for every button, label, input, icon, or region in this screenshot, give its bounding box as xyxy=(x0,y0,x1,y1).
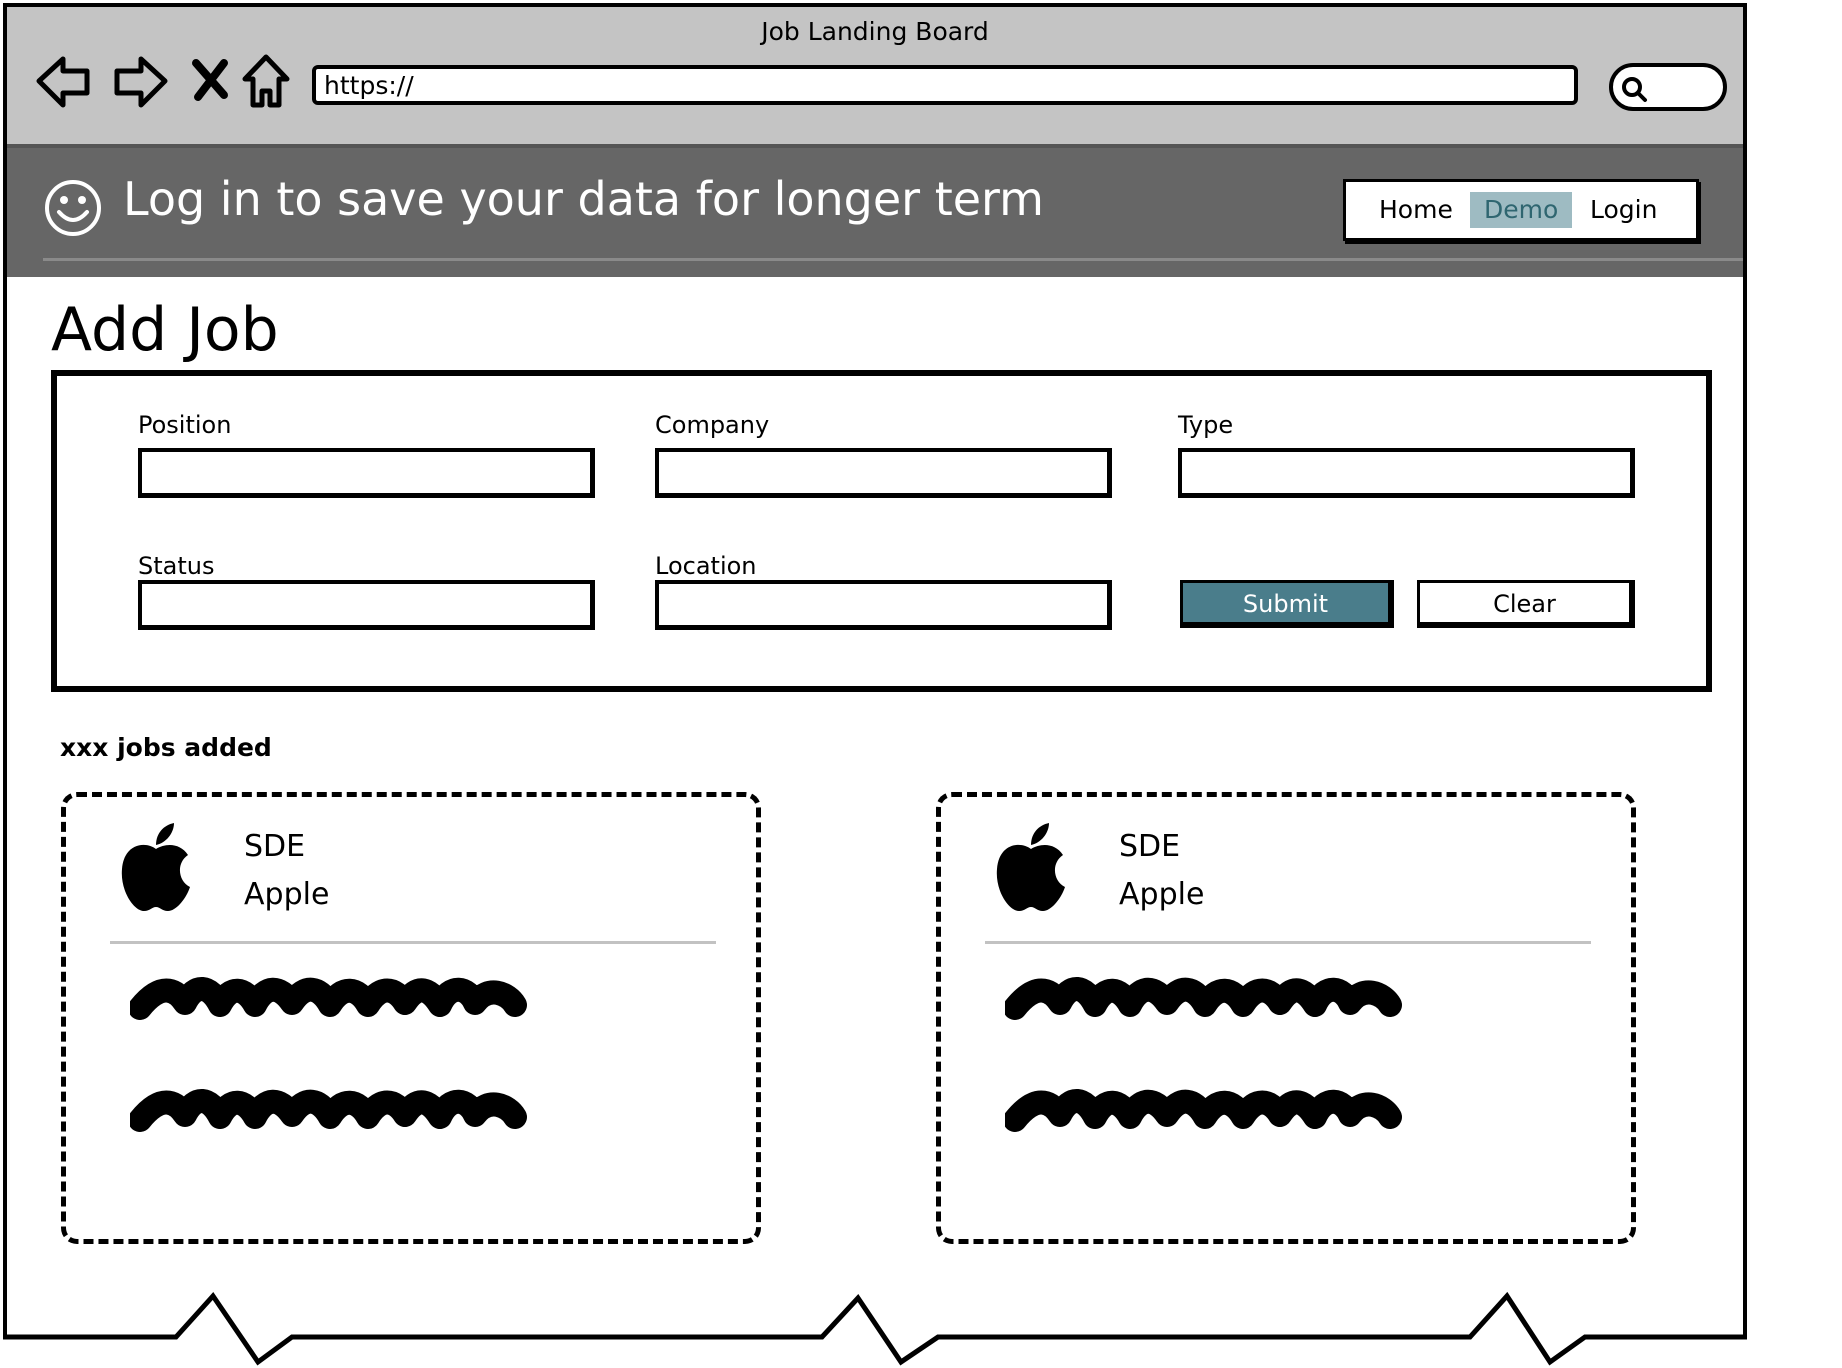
job-company: Apple xyxy=(1119,877,1205,912)
smiley-face-icon xyxy=(45,180,101,236)
nav-home[interactable]: Home xyxy=(1365,192,1467,228)
page-title: Add Job xyxy=(51,295,279,365)
banner-divider xyxy=(43,258,1743,261)
torn-page-edge xyxy=(3,1291,1747,1366)
job-position: SDE xyxy=(1119,829,1181,864)
nav-login[interactable]: Login xyxy=(1576,192,1671,228)
clear-button[interactable]: Clear xyxy=(1417,580,1635,628)
location-label: Location xyxy=(655,552,757,580)
job-card[interactable]: SDE Apple xyxy=(61,792,761,1244)
home-icon[interactable] xyxy=(241,51,291,111)
location-input[interactable] xyxy=(655,580,1112,630)
job-position: SDE xyxy=(244,829,306,864)
nav-menu: Home Demo Login xyxy=(1343,179,1699,241)
job-company: Apple xyxy=(244,877,330,912)
apple-logo-icon xyxy=(121,823,190,911)
search-icon xyxy=(1622,77,1647,102)
jobs-count: xxx jobs added xyxy=(60,733,272,762)
card-divider xyxy=(985,941,1591,944)
company-label: Company xyxy=(655,411,770,439)
browser-toolbar: Job Landing Board https:// xyxy=(7,7,1743,148)
app-banner: Log in to save your data for longer term… xyxy=(7,148,1743,277)
submit-button[interactable]: Submit xyxy=(1180,580,1394,628)
status-label: Status xyxy=(138,552,215,580)
scribble-placeholder xyxy=(130,1089,527,1132)
position-input[interactable] xyxy=(138,448,595,498)
scribble-placeholder xyxy=(130,977,527,1020)
close-icon[interactable] xyxy=(190,51,230,111)
apple-logo-icon xyxy=(996,823,1065,911)
nav-demo[interactable]: Demo xyxy=(1470,192,1573,228)
type-input[interactable] xyxy=(1178,448,1635,498)
login-prompt: Log in to save your data for longer term xyxy=(123,172,1044,226)
forward-arrow-icon[interactable] xyxy=(111,51,169,111)
position-label: Position xyxy=(138,411,232,439)
search-box[interactable] xyxy=(1609,63,1727,111)
window-title: Job Landing Board xyxy=(761,17,989,46)
add-job-form: Position Company Type Status Location Su… xyxy=(51,370,1712,692)
back-arrow-icon[interactable] xyxy=(35,51,93,111)
browser-window: Job Landing Board https:// Log in to sav… xyxy=(3,3,1747,1337)
scribble-placeholder xyxy=(1005,977,1402,1020)
company-input[interactable] xyxy=(655,448,1112,498)
job-card[interactable]: SDE Apple xyxy=(936,792,1636,1244)
url-input[interactable]: https:// xyxy=(312,65,1578,105)
type-label: Type xyxy=(1178,411,1234,439)
card-divider xyxy=(110,941,716,944)
status-input[interactable] xyxy=(138,580,595,630)
scribble-placeholder xyxy=(1005,1089,1402,1132)
